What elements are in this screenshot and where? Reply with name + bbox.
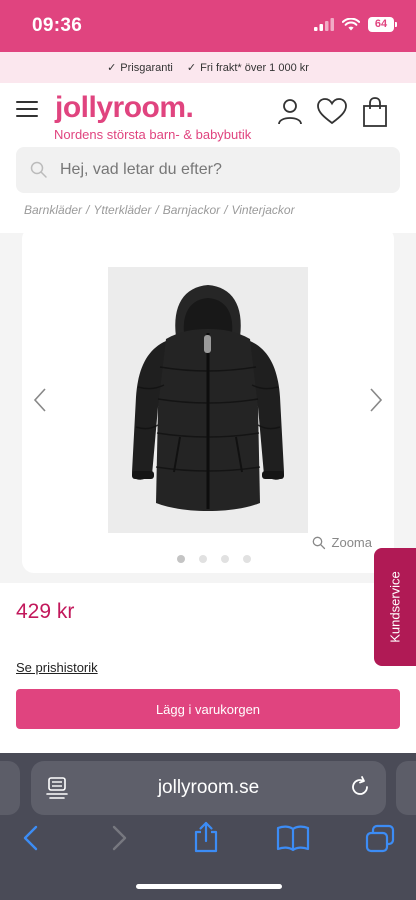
usp-item: ✓ Prisgaranti	[107, 61, 173, 75]
breadcrumb-separator: /	[224, 203, 228, 217]
forward-icon[interactable]	[110, 824, 130, 852]
home-indicator[interactable]	[136, 884, 282, 889]
search-icon	[30, 161, 47, 178]
buy-section: 429 kr Se prishistorik Lägg i varukorgen	[0, 583, 416, 753]
browser-toolbar	[0, 819, 416, 863]
customer-service-label: Kundservice	[387, 571, 403, 643]
tabs-icon[interactable]	[364, 824, 396, 854]
zoom-button[interactable]: Zooma	[312, 535, 372, 550]
url-text: jollyroom.se	[157, 777, 260, 798]
wishlist-heart-icon[interactable]	[316, 97, 348, 125]
status-time: 09:36	[32, 15, 83, 36]
pagination-dot[interactable]	[221, 555, 229, 563]
menu-icon[interactable]	[16, 101, 38, 117]
status-bar: 09:36 64	[0, 0, 416, 52]
next-tab-peek[interactable]	[396, 761, 416, 815]
breadcrumb-link[interactable]: Barnjackor	[163, 203, 220, 217]
breadcrumb-link[interactable]: Ytterkläder	[93, 203, 151, 217]
search-input[interactable]	[60, 161, 380, 179]
logo[interactable]: jollyroom.	[55, 91, 194, 125]
share-icon[interactable]	[192, 821, 220, 853]
breadcrumb-link[interactable]: Barnkläder	[24, 203, 82, 217]
chevron-right-icon[interactable]	[368, 387, 384, 413]
signal-icon	[314, 18, 334, 31]
shopping-bag-icon[interactable]	[362, 97, 388, 127]
checkmark-icon: ✓	[186, 62, 197, 74]
account-icon[interactable]	[276, 97, 304, 125]
winter-jacket-image	[132, 285, 284, 511]
zoom-label: Zooma	[331, 535, 372, 550]
chevron-left-icon[interactable]	[32, 387, 48, 413]
usp-bar: ✓ Prisgaranti ✓ Fri frakt* över 1 000 kr	[0, 52, 416, 83]
customer-service-tab[interactable]: Kundservice	[374, 548, 416, 666]
tagline: Nordens största barn- & babybutik	[54, 127, 252, 142]
address-bar[interactable]: jollyroom.se	[31, 761, 386, 815]
bookmarks-icon[interactable]	[276, 824, 310, 852]
back-icon[interactable]	[20, 824, 40, 852]
browser-chrome: jollyroom.se	[0, 753, 416, 900]
usp-label: Fri frakt* över 1 000 kr	[200, 61, 309, 74]
pagination-dot[interactable]	[199, 555, 207, 563]
breadcrumb-separator: /	[86, 203, 90, 217]
status-icons: 64	[314, 17, 397, 32]
breadcrumb-separator: /	[155, 203, 159, 217]
pagination-dot[interactable]	[243, 555, 251, 563]
breadcrumb-link[interactable]: Vinterjackor	[231, 203, 294, 217]
previous-tab-peek[interactable]	[0, 761, 20, 815]
product-gallery: Zooma	[22, 227, 394, 573]
search-box[interactable]	[16, 147, 400, 193]
usp-label: Prisgaranti	[120, 61, 173, 74]
breadcrumb: Barnkläder / Ytterkläder / Barnjackor / Vin…	[24, 203, 295, 217]
add-to-cart-button[interactable]: Lägg i varukorgen	[16, 689, 400, 729]
wifi-icon	[342, 18, 360, 31]
product-price: 429 kr	[16, 600, 75, 623]
reload-icon[interactable]	[348, 775, 372, 799]
pagination-dot[interactable]	[177, 555, 185, 563]
product-image[interactable]	[108, 267, 308, 533]
checkmark-icon: ✓	[107, 62, 117, 74]
usp-item: ✓ Fri frakt* över 1 000 kr	[186, 61, 309, 75]
price-history-link[interactable]: Se prishistorik	[16, 660, 98, 675]
gallery-pagination	[177, 555, 251, 563]
magnifier-icon	[312, 536, 325, 549]
battery-indicator: 64	[368, 17, 397, 32]
